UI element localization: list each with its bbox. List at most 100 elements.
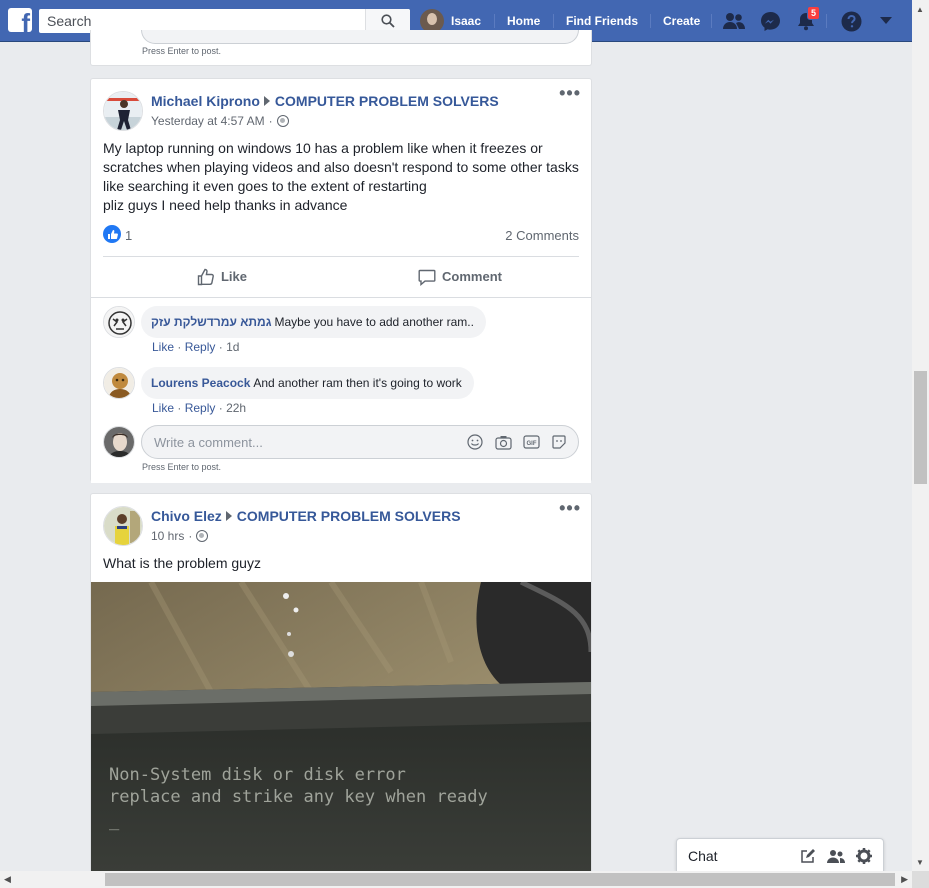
author-avatar[interactable] (103, 506, 143, 546)
comment-bubble: גמתא עמרדשלקת עזק Maybe you have to add … (141, 306, 486, 338)
create-link[interactable]: Create (663, 0, 700, 42)
like-reaction-icon[interactable] (103, 225, 121, 243)
compose-icon (801, 849, 815, 863)
account-menu-button[interactable] (874, 9, 898, 33)
comments-count-link[interactable]: 2 Comments (505, 228, 579, 243)
facebook-logo-icon[interactable]: f (8, 8, 32, 32)
vertical-scroll-thumb[interactable] (914, 371, 927, 484)
emoji-icon (467, 434, 483, 450)
commenter-avatar[interactable] (103, 367, 135, 399)
comment-like-link[interactable]: Like (152, 340, 174, 354)
post-meta: 10 hrs · (151, 529, 209, 543)
notification-badge: 5 (806, 6, 820, 20)
comment-like-link[interactable]: Like (152, 401, 174, 415)
separator-dot: · (218, 340, 227, 354)
author-name[interactable]: Michael Kiprono (151, 93, 260, 109)
press-enter-hint: Press Enter to post. (142, 462, 222, 472)
nav-divider (650, 14, 651, 28)
commenter-avatar[interactable] (103, 306, 135, 338)
help-button[interactable] (839, 9, 863, 33)
gif-button[interactable]: GIF (522, 433, 540, 451)
scroll-left-arrow-icon[interactable]: ◀ (4, 874, 11, 885)
post-actions: Like Comment (103, 256, 579, 296)
post-timestamp[interactable]: 10 hrs (151, 529, 184, 543)
chat-settings-button[interactable] (855, 847, 873, 865)
scrollbar-corner (912, 871, 929, 888)
svg-text:GIF: GIF (526, 441, 536, 447)
comment-input-remnant[interactable] (141, 30, 579, 44)
meta-separator: · (188, 529, 193, 543)
like-outline-icon (197, 268, 214, 285)
vertical-scrollbar[interactable]: ▲ ▼ (912, 0, 929, 871)
nav-divider (494, 14, 495, 28)
new-message-button[interactable] (799, 847, 817, 865)
friends-icon (723, 13, 745, 29)
author-photo-icon (104, 507, 142, 545)
sticker-button[interactable] (550, 433, 568, 451)
author-name[interactable]: Chivo Elez (151, 508, 222, 524)
comment-button[interactable]: Comment (341, 257, 579, 296)
commenter-photo-icon (104, 307, 134, 337)
comment-composer: GIF (141, 425, 579, 459)
messenger-button[interactable] (758, 9, 782, 33)
comment-reply-link[interactable]: Reply (185, 401, 216, 415)
comment-author[interactable]: גמתא עמרדשלקת עזק (151, 315, 271, 329)
screen-photo-image: Non-System disk or disk error replace an… (91, 582, 591, 872)
comment-reply-link[interactable]: Reply (185, 340, 216, 354)
write-comment-input[interactable] (142, 426, 442, 458)
post-text-line: scratches when playing videos and also d… (103, 159, 579, 175)
help-icon (841, 11, 861, 31)
more-options-icon: ••• (559, 83, 581, 103)
composer-tools: GIF (466, 433, 568, 451)
audience-icon[interactable] (196, 530, 209, 542)
author-avatar[interactable] (103, 91, 143, 131)
current-user-avatar (103, 426, 135, 458)
group-name[interactable]: COMPUTER PROBLEM SOLVERS (237, 508, 461, 524)
post-options-button[interactable]: ••• (559, 84, 581, 102)
comment-text: And another ram then it's going to work (253, 376, 462, 390)
notifications-button[interactable]: 5 (794, 6, 820, 33)
comment-text: Maybe you have to add another ram.. (274, 315, 474, 329)
scroll-up-arrow-icon[interactable]: ▲ (916, 5, 924, 14)
comment-author[interactable]: Lourens Peacock (151, 376, 250, 390)
shared-to-arrow-icon (263, 96, 270, 106)
nav-divider (711, 14, 712, 28)
post-photo[interactable]: Non-System disk or disk error replace an… (91, 582, 591, 872)
post-text-line: My laptop running on windows 10 has a pr… (103, 140, 543, 156)
sticker-icon (552, 435, 566, 449)
previous-post-card: Press Enter to post. (90, 30, 592, 66)
comment-time[interactable]: 1d (226, 340, 239, 354)
friend-requests-button[interactable] (722, 9, 746, 33)
audience-icon[interactable] (276, 115, 289, 127)
post-title: Michael Kiprono COMPUTER PROBLEM SOLVERS (151, 93, 499, 109)
comment-actions: Like · Reply · 22h (152, 401, 246, 415)
like-button[interactable]: Like (103, 257, 341, 296)
photo-button[interactable] (494, 433, 512, 451)
group-name[interactable]: COMPUTER PROBLEM SOLVERS (275, 93, 499, 109)
post-text: What is the problem guyz (103, 555, 261, 571)
post-card: Chivo Elez COMPUTER PROBLEM SOLVERS 10 hr… (90, 493, 592, 888)
nav-divider (553, 14, 554, 28)
post-timestamp[interactable]: Yesterday at 4:57 AM (151, 114, 265, 128)
reactions-count[interactable]: 1 (125, 228, 132, 243)
new-group-button[interactable] (827, 847, 845, 865)
emoji-button[interactable] (466, 433, 484, 451)
press-enter-hint: Press Enter to post. (142, 46, 222, 56)
horizontal-scrollbar[interactable]: ◀ ▶ (0, 871, 912, 888)
scroll-down-arrow-icon[interactable]: ▼ (916, 858, 924, 867)
group-icon (827, 849, 845, 863)
author-photo-icon (104, 92, 142, 130)
shared-to-arrow-icon (225, 511, 232, 521)
post-title: Chivo Elez COMPUTER PROBLEM SOLVERS (151, 508, 461, 524)
screen-error-line-1: Non-System disk or disk error (109, 765, 406, 785)
horizontal-scroll-thumb[interactable] (105, 873, 895, 886)
scroll-right-arrow-icon[interactable]: ▶ (901, 874, 908, 885)
caret-down-icon (880, 17, 892, 24)
comment-time[interactable]: 22h (226, 401, 246, 415)
separator-dot: · (177, 401, 185, 415)
post-text-line: like searching it even goes to the exten… (103, 178, 427, 194)
post-options-button[interactable]: ••• (559, 499, 581, 517)
chat-label: Chat (688, 848, 718, 864)
thumbs-up-icon (107, 229, 118, 239)
chat-bar[interactable]: Chat (676, 838, 884, 871)
